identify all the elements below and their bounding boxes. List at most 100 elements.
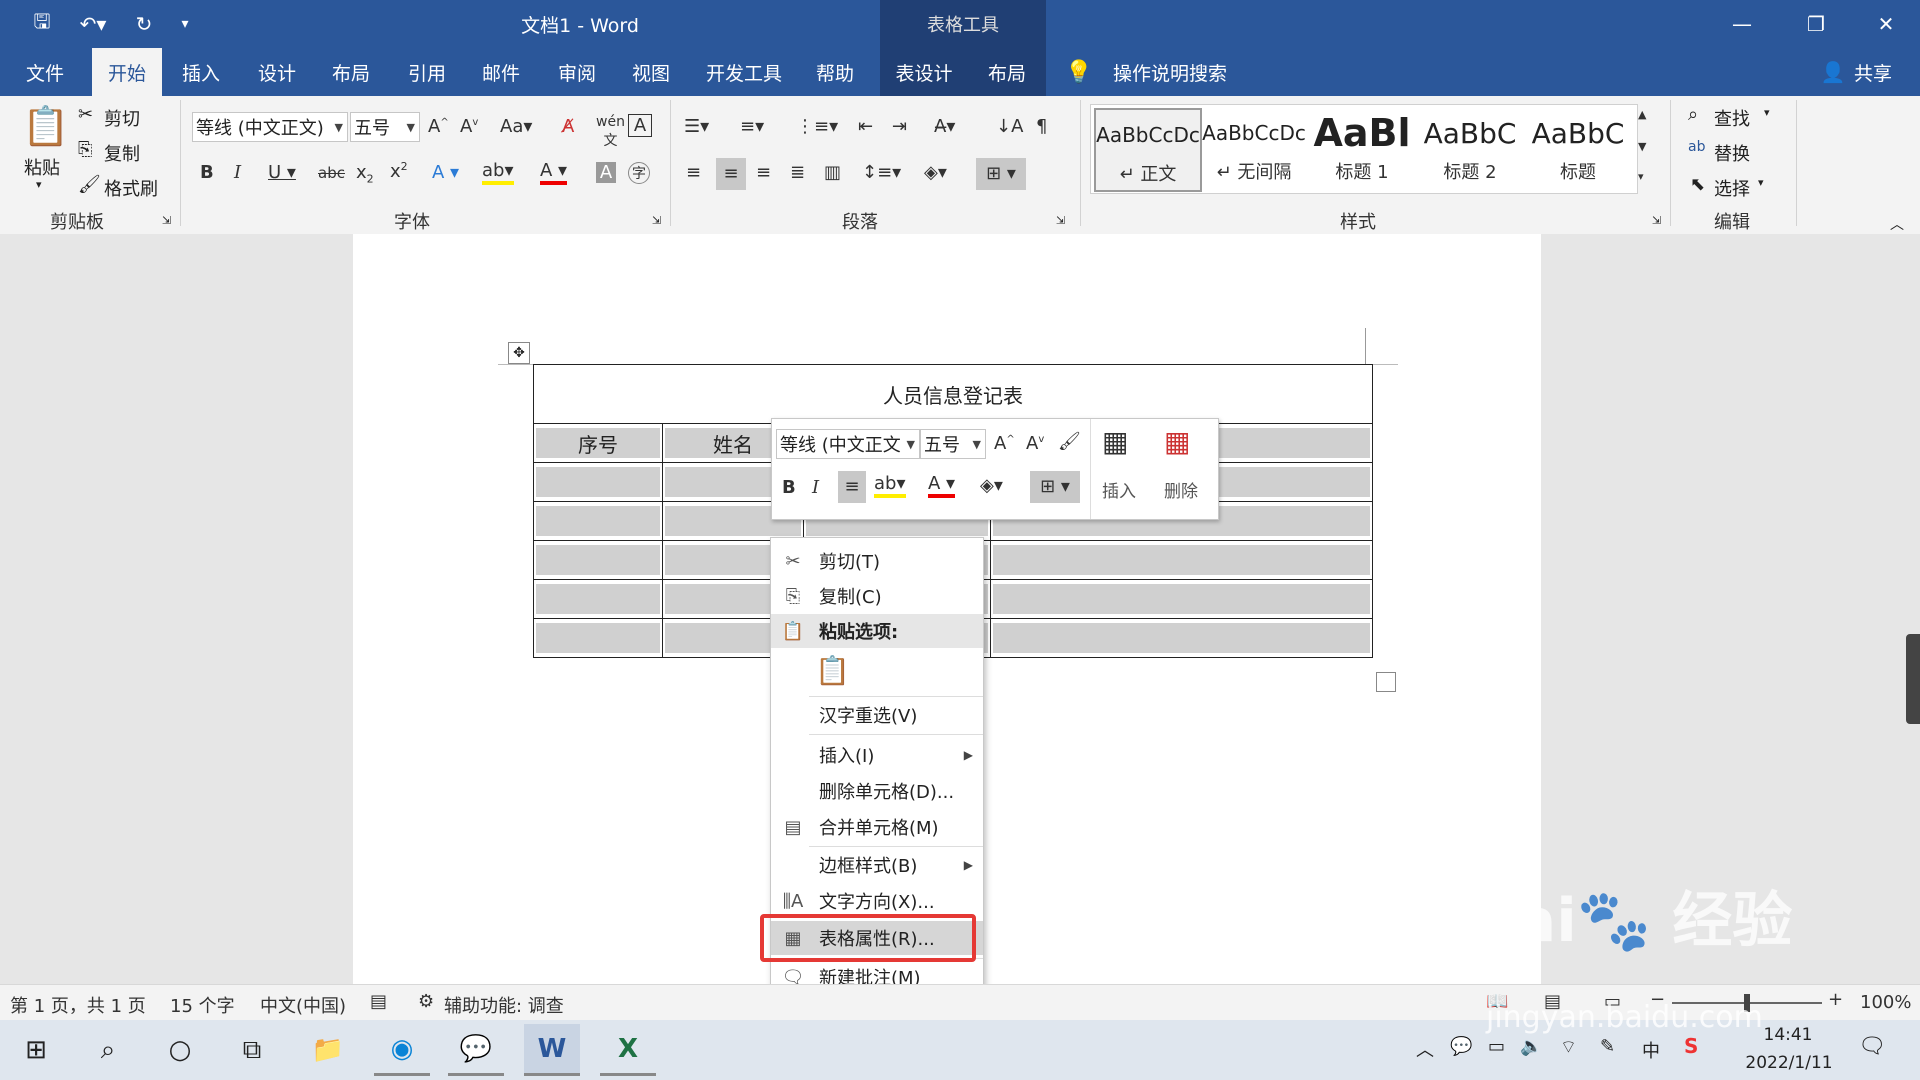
paste-dropdown-icon[interactable]: ▾ (36, 178, 42, 191)
phonetic-guide-icon[interactable]: wén 文 (596, 114, 625, 150)
zoom-level[interactable]: 100% (1860, 992, 1911, 1013)
underline-icon[interactable]: U ▾ (268, 162, 296, 183)
mini-font-name-combo[interactable]: 等线 (中文正文 ▼ (776, 429, 920, 459)
decrease-indent-icon[interactable]: ⇤ (858, 116, 873, 137)
text-effects-icon[interactable]: A ▾ (432, 162, 459, 183)
format-painter-button[interactable]: 格式刷 (104, 175, 158, 201)
side-handle[interactable] (1906, 634, 1920, 724)
mini-insert-button[interactable]: 插入 (1102, 477, 1136, 502)
pen-icon[interactable]: ✎ (1600, 1036, 1615, 1057)
bullets-icon[interactable]: ☰▾ (684, 116, 709, 137)
collapse-ribbon-icon[interactable]: ︿ (1890, 214, 1904, 234)
mini-delete-button[interactable]: 删除 (1164, 477, 1198, 502)
replace-button[interactable]: 替换 (1714, 140, 1750, 166)
macro-icon[interactable]: ▤ (370, 991, 387, 1012)
font-dialog-launcher-icon[interactable]: ⇲ (652, 214, 661, 227)
table-title-cell[interactable]: 人员信息登记表 (533, 364, 1373, 424)
menu-item-text-direction[interactable]: ⫼A 文字方向(X)... (771, 884, 983, 918)
network-icon[interactable]: ⌔ (1560, 1036, 1577, 1059)
save-icon[interactable]: 🖫 (22, 0, 62, 48)
superscript-icon[interactable]: x2 (390, 160, 408, 182)
cortana-icon[interactable]: ○ (152, 1024, 208, 1076)
close-icon[interactable]: ✕ (1856, 0, 1916, 48)
align-right-icon[interactable]: ≡ (756, 162, 771, 183)
mini-font-size-combo[interactable]: 五号 ▼ (920, 429, 986, 459)
copy-button[interactable]: 复制 (104, 140, 140, 166)
minimize-icon[interactable]: — (1712, 0, 1772, 48)
tab-references[interactable]: 引用 (392, 48, 462, 96)
tab-layout[interactable]: 布局 (316, 48, 386, 96)
character-shading-icon[interactable]: A (596, 162, 616, 183)
mini-font-color-icon[interactable]: A ▾ (928, 473, 956, 498)
wechat-icon[interactable]: 💬 (448, 1024, 504, 1076)
sogou-ime-icon[interactable]: S (1684, 1034, 1698, 1058)
share-button[interactable]: 共享 (1848, 48, 1898, 96)
paragraph-dialog-launcher-icon[interactable]: ⇲ (1056, 214, 1065, 227)
page-count[interactable]: 第 1 页，共 1 页 (10, 992, 146, 1018)
change-case-icon[interactable]: Aa▾ (500, 116, 532, 137)
style-heading2[interactable]: AaBbC 标题 2 (1418, 108, 1522, 188)
edge-icon[interactable]: ◉ (374, 1024, 430, 1076)
borders-icon[interactable]: ⊞ ▾ (976, 158, 1026, 190)
style-no-spacing[interactable]: AaBbCcDc ↵ 无间隔 (1202, 108, 1306, 188)
distributed-icon[interactable]: ▥ (824, 162, 841, 183)
tray-overflow-icon[interactable]: ︿ (1416, 1036, 1434, 1062)
tab-developer[interactable]: 开发工具 (698, 48, 790, 96)
menu-item-cut[interactable]: ✂ 剪切(T) (771, 544, 983, 578)
insert-table-icon[interactable]: ▦ (1102, 425, 1128, 458)
line-spacing-icon[interactable]: ↕≡▾ (862, 162, 901, 183)
tab-design[interactable]: 设计 (242, 48, 312, 96)
paste-icon[interactable]: 📋 (22, 104, 69, 152)
bold-icon[interactable]: B (200, 162, 214, 183)
shading-icon[interactable]: ◈▾ (924, 162, 947, 183)
show-marks-icon[interactable]: ¶ (1036, 116, 1047, 137)
subscript-icon[interactable]: x2 (356, 162, 374, 186)
highlight-icon[interactable]: ab▾ (482, 160, 514, 185)
menu-item-delete-cells[interactable]: 删除单元格(D)... (771, 774, 983, 808)
align-center-icon[interactable]: ≡ (716, 158, 746, 190)
mini-format-painter-icon[interactable]: 🖌 (1058, 431, 1081, 452)
tab-review[interactable]: 审阅 (542, 48, 612, 96)
battery-icon[interactable]: ▭ (1488, 1036, 1505, 1057)
style-normal[interactable]: AaBbCcDc ↵ 正文 (1094, 108, 1202, 192)
windows-start-icon[interactable]: ⊞ (8, 1024, 64, 1076)
sort-icon[interactable]: ↓A (996, 116, 1023, 137)
enclose-char-icon[interactable]: 字 (628, 162, 650, 184)
zoom-in-icon[interactable]: + (1828, 989, 1843, 1010)
select-dropdown-icon[interactable]: ▾ (1758, 176, 1764, 189)
table-header-cell[interactable]: 序号 (533, 423, 663, 463)
menu-item-border-styles[interactable]: 边框样式(B) ▶ (771, 848, 983, 882)
numbering-icon[interactable]: ≡▾ (740, 116, 764, 137)
tab-mailings[interactable]: 邮件 (466, 48, 536, 96)
tab-table-layout[interactable]: 布局 (968, 48, 1046, 96)
clear-format-icon[interactable]: A̸ (562, 116, 574, 137)
tell-me-search[interactable]: 操作说明搜索 (1100, 48, 1240, 96)
word-count[interactable]: 15 个字 (170, 992, 235, 1018)
font-color-icon[interactable]: A ▾ (540, 160, 568, 185)
justify-icon[interactable]: ≣ (790, 162, 805, 183)
tab-file[interactable]: 文件 (10, 48, 80, 96)
search-icon[interactable]: ⌕ (80, 1024, 136, 1076)
tab-view[interactable]: 视图 (616, 48, 686, 96)
undo-icon[interactable]: ↶▾ (68, 0, 118, 48)
customize-qat-icon[interactable]: ▾ (170, 0, 200, 48)
mini-grow-font-icon[interactable]: A^ (994, 433, 1015, 454)
select-button[interactable]: 选择 (1714, 175, 1750, 201)
tab-insert[interactable]: 插入 (166, 48, 236, 96)
menu-item-merge-cells[interactable]: ▤ 合并单元格(M) (771, 810, 983, 844)
restore-icon[interactable]: ❐ (1786, 0, 1846, 48)
delete-table-icon[interactable]: ▦ (1164, 425, 1190, 458)
paste-keep-source-icon[interactable]: 📋 (815, 654, 850, 690)
volume-icon[interactable]: 🔈 (1520, 1036, 1542, 1057)
task-view-icon[interactable]: ⧉ (224, 1024, 280, 1076)
paste-button[interactable]: 粘贴 (24, 154, 60, 180)
increase-indent-icon[interactable]: ⇥ (892, 116, 907, 137)
ime-indicator[interactable]: 中 (1642, 1037, 1660, 1063)
multilevel-list-icon[interactable]: ⋮≡▾ (796, 116, 838, 137)
notification-icon[interactable]: 🗨 (1858, 1034, 1886, 1059)
word-icon[interactable]: W (524, 1024, 580, 1076)
styles-more-icon[interactable]: ▾ (1638, 170, 1644, 183)
file-explorer-icon[interactable]: 📁 (300, 1024, 356, 1076)
mini-italic-icon[interactable]: I (812, 477, 819, 498)
menu-item-copy[interactable]: ⎘ 复制(C) (771, 579, 983, 613)
